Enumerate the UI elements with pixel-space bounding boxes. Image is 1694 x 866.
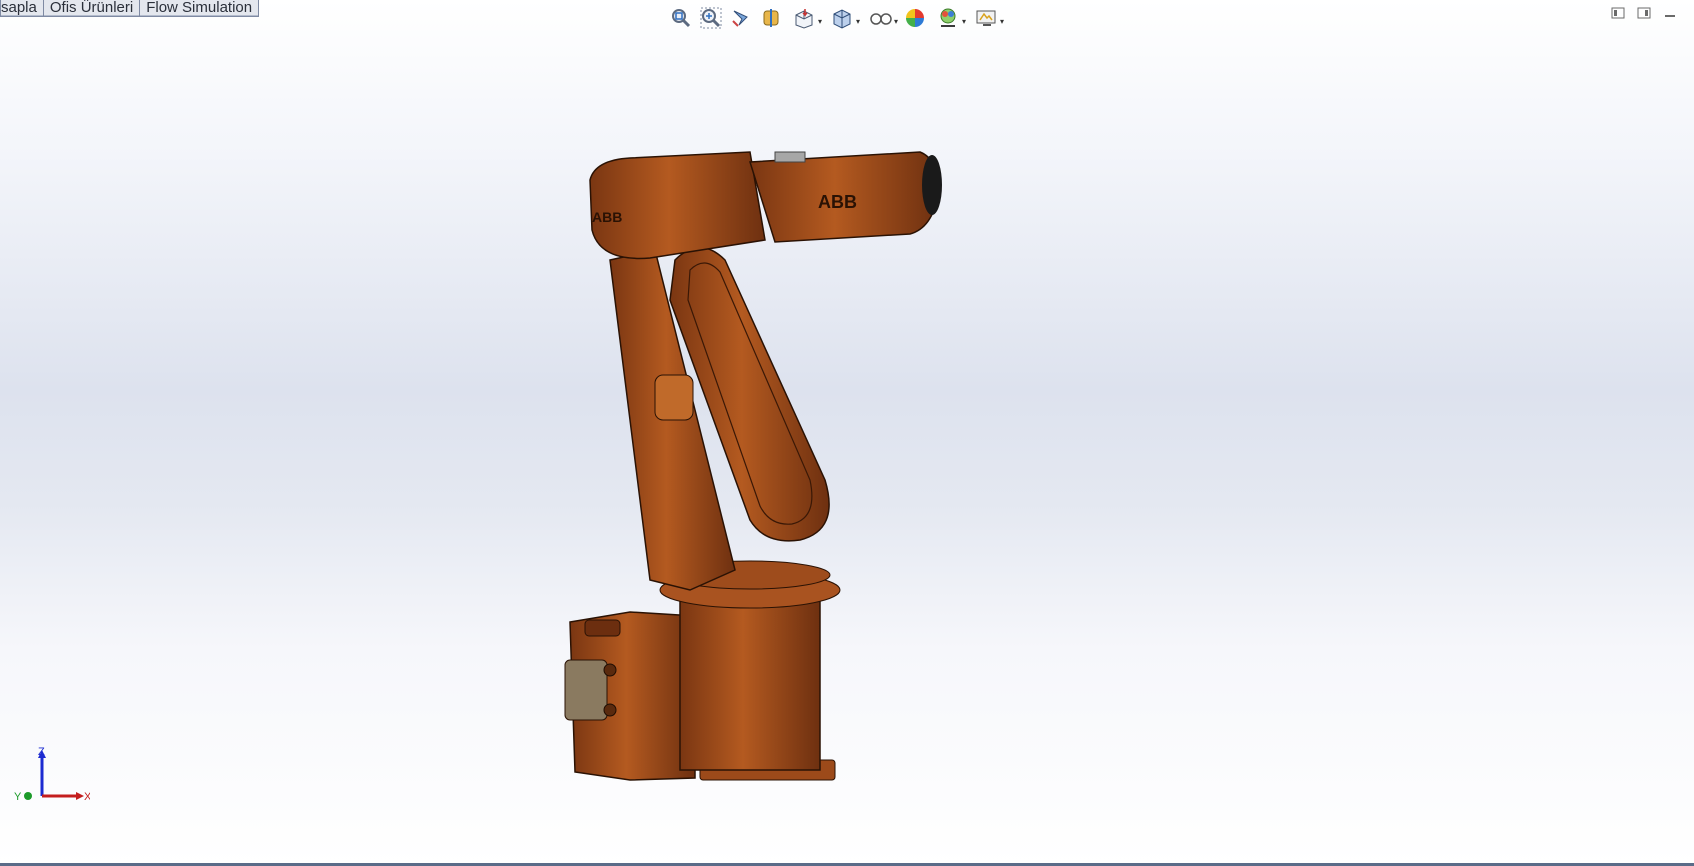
previous-view-icon[interactable]	[728, 5, 754, 31]
triad-x-label: X	[84, 791, 90, 803]
abb-logo-upper: ABB	[592, 209, 622, 225]
tile-vertical-icon[interactable]	[1634, 4, 1654, 22]
apply-scene-icon[interactable]: ▾	[932, 5, 966, 31]
robot-arm-model[interactable]: ABB ABB	[560, 150, 1030, 800]
zoom-to-area-icon[interactable]	[698, 5, 724, 31]
hide-show-items-icon[interactable]: ▾	[864, 5, 898, 31]
display-style-icon[interactable]: ▾	[826, 5, 860, 31]
view-settings-icon[interactable]: ▾	[970, 5, 1004, 31]
tab-office-products[interactable]: Ofis Ürünleri	[42, 0, 141, 17]
document-window-controls	[1608, 4, 1680, 22]
view-orientation-icon[interactable]: ▾	[788, 5, 822, 31]
triad-y-label: Y	[14, 791, 22, 803]
tab-flow-simulation[interactable]: Flow Simulation	[139, 0, 260, 17]
abb-logo-forearm: ABB	[818, 192, 857, 212]
command-manager-tabs: sapla Ofis Ürünleri Flow Simulation	[0, 0, 260, 18]
section-view-icon[interactable]	[758, 5, 784, 31]
edit-appearance-icon[interactable]	[902, 5, 928, 31]
minimize-icon[interactable]	[1660, 4, 1680, 22]
triad-z-label: Z	[38, 746, 45, 758]
reference-triad: Z Y X	[10, 746, 92, 806]
zoom-to-fit-icon[interactable]	[668, 5, 694, 31]
tile-horizontal-icon[interactable]	[1608, 4, 1628, 22]
tab-assembly[interactable]: sapla	[0, 0, 44, 17]
heads-up-view-toolbar: ▾ ▾ ▾ ▾ ▾	[668, 4, 1004, 32]
